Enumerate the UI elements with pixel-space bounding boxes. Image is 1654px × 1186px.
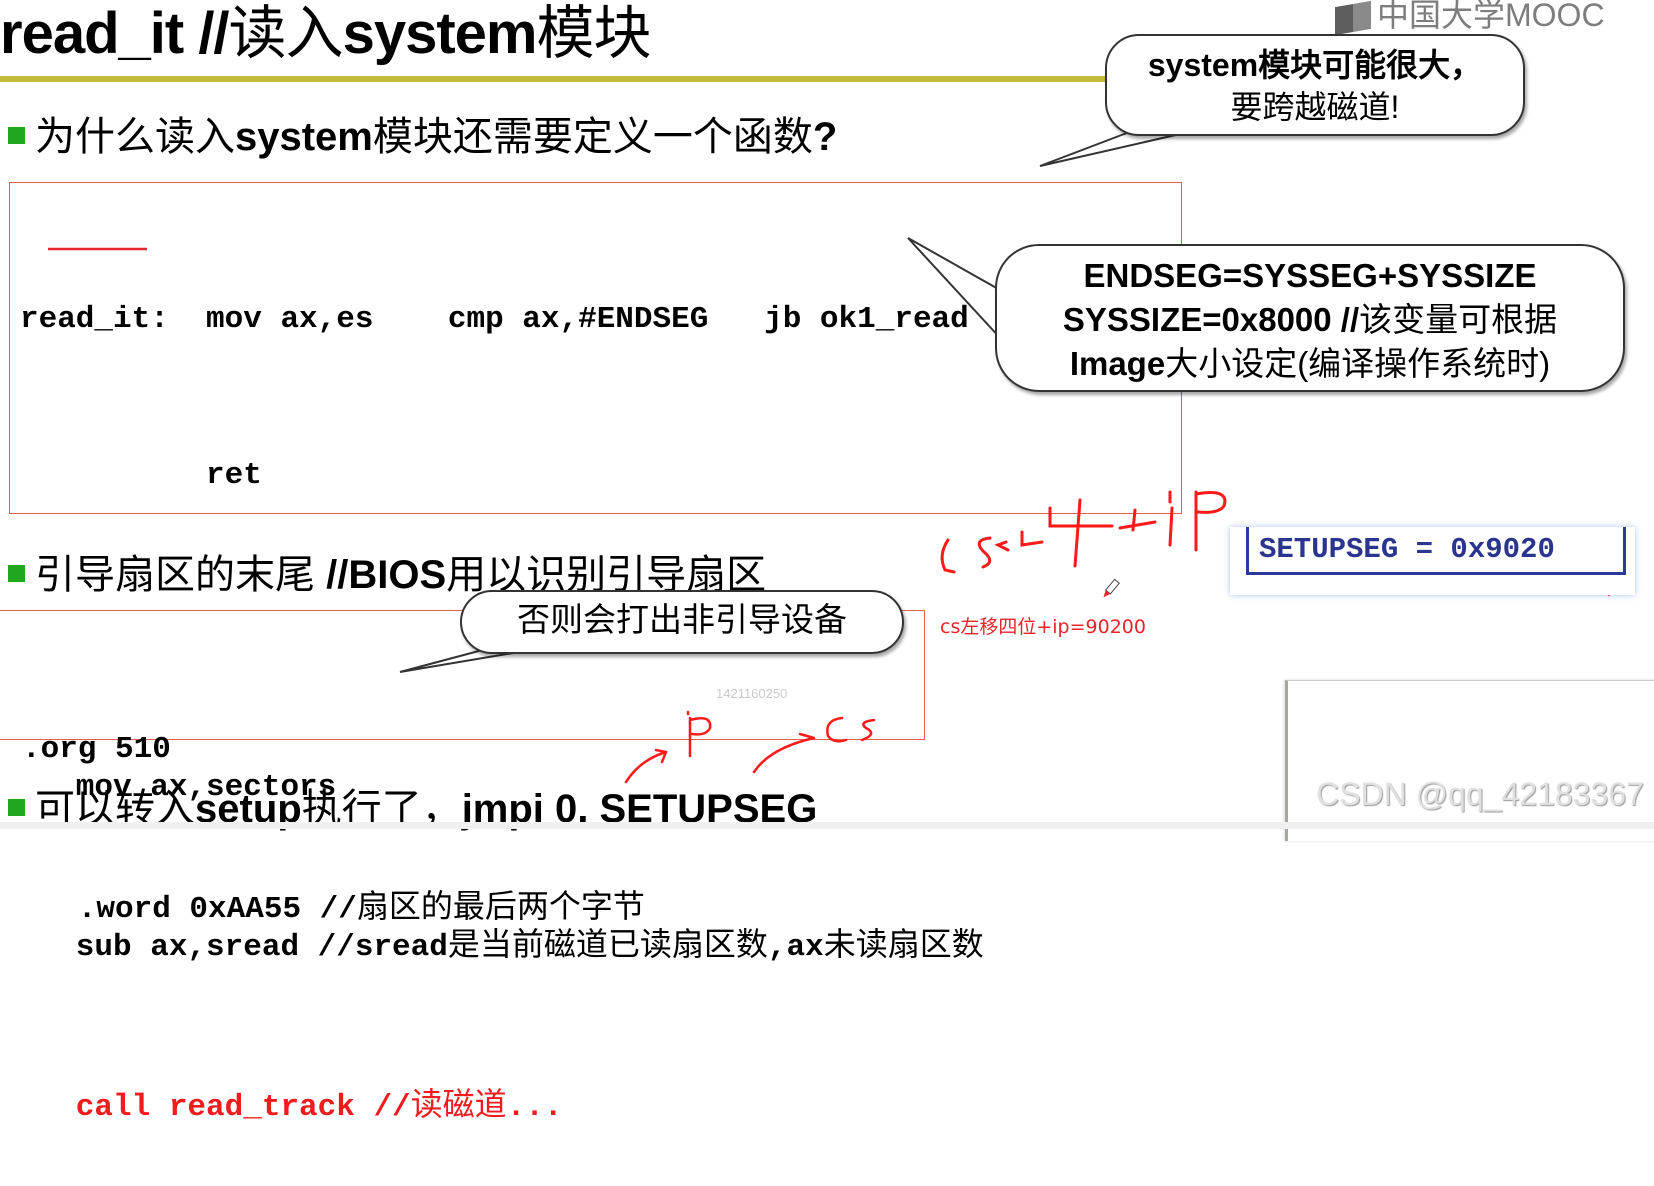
callout-tail-2 — [907, 237, 1004, 343]
code-comment: 扇区的最后两个字节 — [356, 888, 645, 924]
code-comment: 读磁道 — [410, 1086, 507, 1122]
callout-text-cn: 大小设定(编译操作系统时) — [1165, 345, 1551, 382]
callout-boot-device: 否则会打出非引导设备 — [460, 590, 904, 654]
code-text: ... — [506, 1090, 563, 1125]
handwritten-formula — [940, 490, 1227, 574]
code-line-highlight: call read_track //读磁道... — [20, 1078, 984, 1134]
setupseg-value: SETUPSEG = 0x9020 — [1246, 527, 1626, 575]
callout-endseg: ENDSEG=SYSSEG+SYSSIZE SYSSIZE=0x8000 //该… — [995, 244, 1625, 392]
callout-line: 要跨越磁道! — [1230, 89, 1400, 125]
callout-text: SYSSIZE=0x8000 // — [1062, 301, 1360, 338]
callout-text-cn: 该变量可根据 — [1359, 301, 1558, 338]
overlay-panel — [1285, 680, 1654, 841]
callout-line: SYSSIZE=0x8000 //该变量可根据 — [997, 298, 1623, 342]
csdn-watermark: CSDN @qq_42183367 — [1316, 776, 1644, 812]
annotation-note: cs左移四位+ip=90200 — [940, 616, 1146, 638]
code-comment: 未读扇区数 — [823, 926, 984, 962]
callout-text: Image — [1069, 345, 1166, 382]
setupseg-box: SETUPSEG = 0x9020 — [1230, 527, 1635, 595]
callout-line: ENDSEG=SYSSEG+SYSSIZE — [1083, 257, 1537, 294]
callout-line: Image大小设定(编译操作系统时) — [997, 342, 1623, 386]
code-text: ,ax — [767, 930, 824, 965]
code-line: .word 0xAA55 //扇区的最后两个字节 — [22, 880, 645, 936]
bottom-bar — [0, 822, 1654, 829]
callout-line: system模块可能很大， — [1147, 47, 1483, 83]
pen-cursor-icon — [1103, 578, 1121, 598]
code-text: call read_track // — [20, 1090, 411, 1125]
handwritten-arrows — [624, 710, 876, 784]
callout-system-size: system模块可能很大， 要跨越磁道! — [1105, 34, 1525, 136]
code-text: .word 0xAA55 // — [22, 892, 357, 927]
